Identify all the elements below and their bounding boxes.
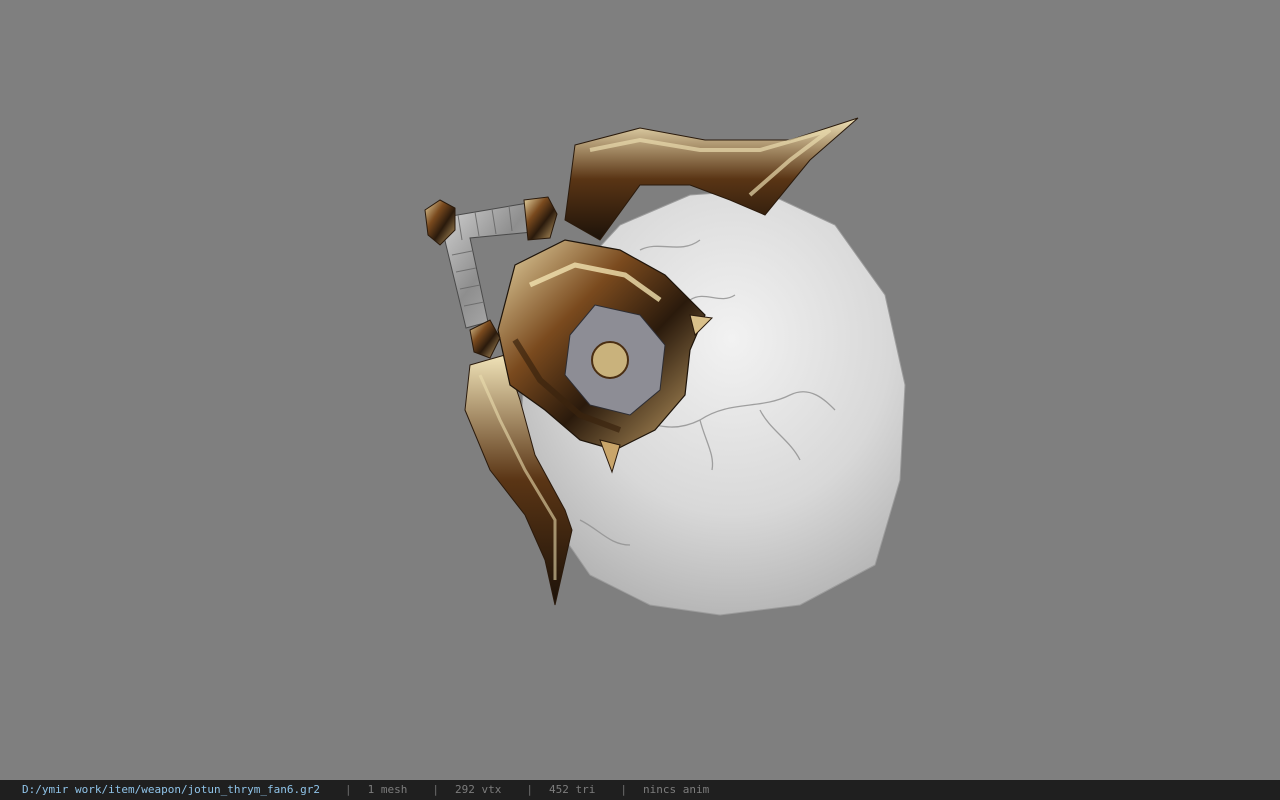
separator: | <box>432 783 440 796</box>
guard-cap-top <box>523 196 558 241</box>
separator: | <box>620 783 627 796</box>
file-path: D:/ymir work/item/weapon/jotun_thrym_fan… <box>22 783 321 796</box>
status-bar: D:/ymir work/item/weapon/jotun_thrym_fan… <box>0 780 1280 800</box>
triangle-count: 452 tri <box>549 783 596 796</box>
separator: | <box>345 783 352 796</box>
animation-status: nincs anim <box>642 783 710 796</box>
separator: | <box>526 783 533 796</box>
mesh-count: 1 mesh <box>367 783 408 796</box>
3d-viewport[interactable] <box>0 0 1280 780</box>
vertex-count: 292 vtx <box>455 783 502 796</box>
weapon-model[interactable] <box>0 0 1280 780</box>
